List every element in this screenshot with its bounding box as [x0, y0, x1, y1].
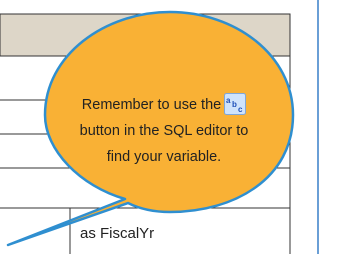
callout-text: Remember to use the a b c button in the …: [50, 92, 278, 170]
callout-line-1: Remember to use the a b c: [50, 92, 278, 118]
callout-line-2: button in the SQL editor to: [79, 123, 249, 139]
svg-text:b: b: [232, 100, 237, 109]
slide-canvas: Remember to use the a b c button in the …: [0, 0, 349, 254]
table-cell-fiscalyr: as FiscalYr: [80, 225, 155, 242]
svg-text:a: a: [226, 96, 231, 105]
callout-line-3: find your variable.: [106, 149, 222, 165]
abc-variable-icon: a b c: [224, 93, 247, 115]
callout-line-1-text: Remember to use the: [81, 97, 222, 113]
svg-text:c: c: [238, 105, 243, 114]
